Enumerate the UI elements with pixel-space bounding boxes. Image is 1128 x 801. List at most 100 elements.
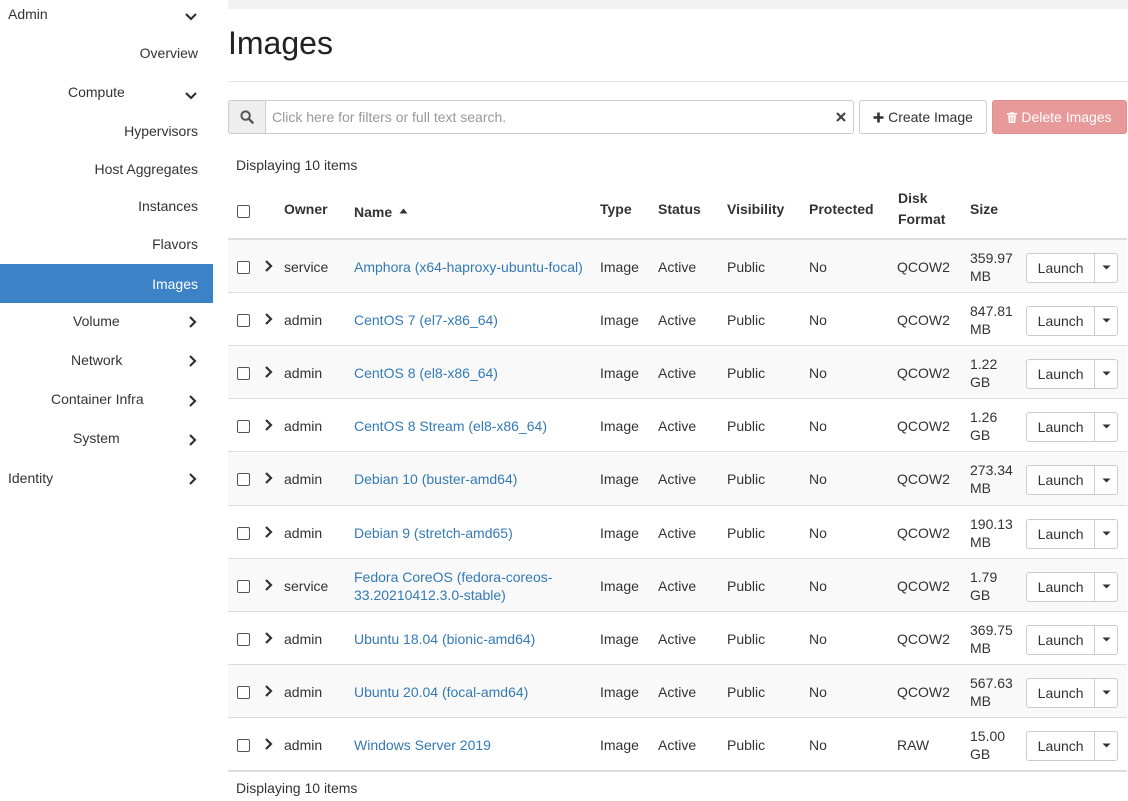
cell-type: Image <box>600 471 639 487</box>
column-type[interactable]: Type <box>600 199 632 220</box>
image-name-link[interactable]: Fedora CoreOS (fedora-coreos- 33.20210412… <box>354 568 552 604</box>
cell-disk-format: QCOW2 <box>897 311 950 328</box>
cell-type: Image <box>600 364 639 381</box>
image-name-text: Windows Server 2019 <box>354 736 491 753</box>
launch-button[interactable]: Launch <box>1026 518 1096 549</box>
row-select-checkbox[interactable] <box>237 526 250 540</box>
row-select-checkbox[interactable] <box>237 685 250 699</box>
row-select-checkbox[interactable] <box>237 313 250 327</box>
chevron-down-icon <box>184 10 198 24</box>
close-icon[interactable] <box>834 109 848 125</box>
launch-button[interactable]: Launch <box>1026 677 1096 708</box>
chevron-right-icon[interactable] <box>263 312 275 326</box>
image-name-link[interactable]: Windows Server 2019 <box>354 736 491 754</box>
caret-down-icon[interactable] <box>1095 730 1118 761</box>
row-select-checkbox[interactable] <box>237 579 250 593</box>
column-owner[interactable]: Owner <box>284 199 328 220</box>
launch-button[interactable]: Launch <box>1026 730 1096 761</box>
table-body: service Amphora (x64-haproxy-ubuntu-focal… <box>228 240 1127 771</box>
size-unit: GB <box>970 745 991 762</box>
image-name-link[interactable]: CentOS 8 (el8-x86_64) <box>354 364 498 382</box>
create-image-button[interactable]: Create Image <box>859 100 987 134</box>
row-select-checkbox[interactable] <box>237 419 250 433</box>
chevron-right-icon[interactable] <box>263 525 275 539</box>
sidebar-item-label: Admin <box>8 6 48 22</box>
size-value: 15.00 <box>970 727 1006 744</box>
chevron-right-icon <box>186 433 200 447</box>
delete-images-button[interactable]: Delete Images <box>992 100 1127 134</box>
image-name-link[interactable]: Debian 10 (buster-amd64) <box>354 470 517 488</box>
cell-protected: No <box>809 630 827 647</box>
launch-button-group: Launch <box>1026 571 1118 602</box>
sidebar-item-images[interactable]: Images <box>0 264 213 303</box>
chevron-right-icon[interactable] <box>263 365 275 379</box>
sidebar-item-host-aggregates[interactable]: Host Aggregates <box>0 150 213 188</box>
cell-visibility: Public <box>727 258 766 275</box>
launch-button[interactable]: Launch <box>1026 571 1096 602</box>
caret-down-icon[interactable] <box>1095 465 1118 495</box>
row-select-checkbox[interactable] <box>237 260 250 274</box>
caret-down-icon[interactable] <box>1095 624 1118 655</box>
sidebar-item-overview[interactable]: Overview <box>0 34 213 72</box>
chevron-right-icon[interactable] <box>263 259 275 273</box>
cell-size: 359.97 MB <box>970 249 1013 285</box>
cell-visibility: Public <box>727 417 766 434</box>
column-visibility[interactable]: Visibility <box>727 199 784 220</box>
image-name-link[interactable]: CentOS 8 Stream (el8-x86_64) <box>354 417 547 435</box>
select-all-checkbox[interactable] <box>237 205 250 218</box>
sidebar-item-hypervisors[interactable]: Hypervisors <box>0 112 213 150</box>
chevron-right-icon[interactable] <box>263 684 275 698</box>
chevron-right-icon[interactable] <box>263 737 275 751</box>
image-name-link[interactable]: Amphora (x64-haproxy-ubuntu-focal) <box>354 258 583 276</box>
column-status[interactable]: Status <box>658 199 701 220</box>
column-disk-format-line2: Format <box>898 211 946 227</box>
sidebar-item-system[interactable]: System <box>0 419 213 457</box>
image-name-link[interactable]: Ubuntu 20.04 (focal-amd64) <box>354 683 528 701</box>
cell-status: Active <box>658 736 697 753</box>
cell-status: Active <box>658 471 697 487</box>
launch-button[interactable]: Launch <box>1026 465 1096 495</box>
launch-button[interactable]: Launch <box>1026 624 1096 655</box>
chevron-right-icon[interactable] <box>263 471 275 485</box>
sidebar-item-volume[interactable]: Volume <box>0 302 213 340</box>
sidebar-item-flavors[interactable]: Flavors <box>0 225 213 263</box>
launch-button[interactable]: Launch <box>1026 305 1096 336</box>
sidebar-item-identity[interactable]: Identity <box>0 459 213 497</box>
caret-down-icon[interactable] <box>1095 358 1118 389</box>
chevron-right-icon[interactable] <box>263 418 275 432</box>
caret-down-icon[interactable] <box>1095 252 1118 283</box>
row-select-checkbox[interactable] <box>237 632 250 646</box>
column-protected[interactable]: Protected <box>809 199 874 220</box>
image-name-link[interactable]: Debian 9 (stretch-amd65) <box>354 524 513 542</box>
column-size[interactable]: Size <box>970 199 998 220</box>
cell-owner: service <box>284 577 329 594</box>
column-disk-format[interactable]: Disk Format <box>898 188 945 230</box>
row-select-checkbox[interactable] <box>237 738 250 752</box>
launch-button[interactable]: Launch <box>1026 252 1096 283</box>
caret-down-icon[interactable] <box>1095 411 1118 442</box>
sidebar-item-instances[interactable]: Instances <box>0 187 213 225</box>
caret-down-icon[interactable] <box>1095 677 1118 708</box>
sidebar-item-network[interactable]: Network <box>0 341 213 379</box>
launch-button[interactable]: Launch <box>1026 358 1096 389</box>
cell-type: Image <box>600 258 639 275</box>
caret-down-icon[interactable] <box>1095 305 1118 336</box>
caret-down-icon[interactable] <box>1095 571 1118 602</box>
launch-button[interactable]: Launch <box>1026 411 1096 442</box>
image-name-link[interactable]: CentOS 7 (el7-x86_64) <box>354 311 498 329</box>
search-input[interactable] <box>265 100 854 134</box>
cell-size: 369.75 MB <box>970 621 1013 657</box>
chevron-right-icon[interactable] <box>263 631 275 645</box>
column-name[interactable]: Name <box>354 199 408 223</box>
size-unit: MB <box>970 639 991 656</box>
sidebar-item-compute[interactable]: Compute <box>0 73 213 111</box>
row-select-checkbox[interactable] <box>237 366 250 380</box>
chevron-right-icon[interactable] <box>263 578 275 592</box>
caret-down-icon[interactable] <box>1095 518 1118 549</box>
image-name-link[interactable]: Ubuntu 18.04 (bionic-amd64) <box>354 630 535 648</box>
sidebar-item-label: System <box>73 430 120 446</box>
sidebar-item-admin[interactable]: Admin <box>0 0 213 30</box>
row-select-checkbox[interactable] <box>237 473 250 486</box>
launch-button-group: Launch <box>1026 411 1118 442</box>
sidebar-item-container-infra[interactable]: Container Infra <box>0 380 213 418</box>
